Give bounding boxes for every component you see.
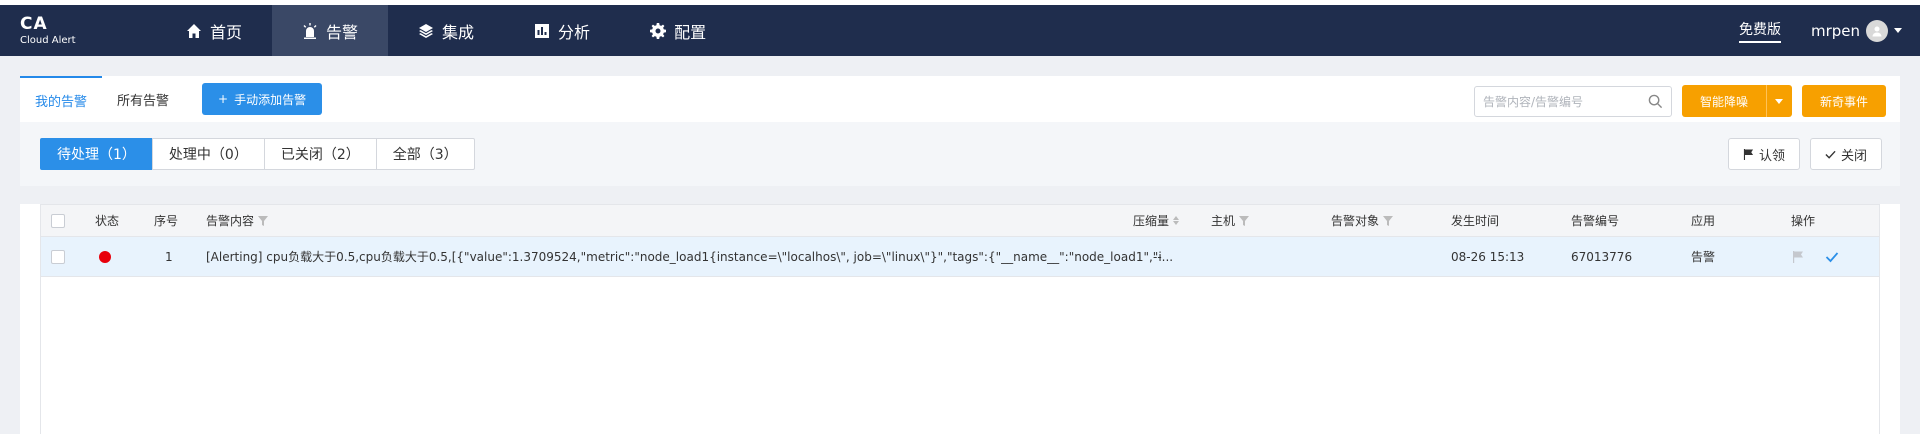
row-checkbox[interactable]	[51, 249, 65, 264]
col-compression: 压缩量	[1133, 214, 1170, 228]
add-alert-button[interactable]: + 手动添加告警	[202, 83, 323, 115]
flag-icon[interactable]	[1791, 250, 1805, 264]
row-app: 告警	[1691, 250, 1716, 264]
nav-item-integration[interactable]: 集成	[388, 5, 504, 56]
nav-item-analysis[interactable]: 分析	[504, 5, 620, 56]
col-content-header: 告警内容	[206, 212, 269, 229]
row-index: 1	[165, 249, 173, 264]
search-input[interactable]: 告警内容/告警编号	[1473, 85, 1672, 117]
layers-icon	[419, 23, 434, 38]
filter-icon[interactable]	[1383, 215, 1394, 226]
smart-denoise-button[interactable]: 智能降噪	[1682, 85, 1766, 117]
row-compression: --	[1153, 249, 1162, 264]
filter-icon[interactable]	[258, 215, 269, 226]
nav-label: 分析	[558, 22, 591, 42]
col-target: 告警对象	[1331, 214, 1380, 228]
status-filter-group: 待处理（1） 处理中（0） 已关闭（2） 全部（3）	[40, 138, 475, 170]
filter-processing[interactable]: 处理中（0）	[151, 138, 265, 170]
filter-pending[interactable]: 待处理（1）	[40, 138, 153, 170]
alert-table: 状态 序号 告警内容 压缩量 主机 告警对象 发生时间 告警编号 应用 操作 1…	[40, 204, 1880, 434]
sort-icon[interactable]	[1173, 216, 1180, 225]
alert-tabs: 我的告警 所有告警 + 手动添加告警 告警内容/告警编号 智能降噪 新奇事件	[20, 76, 1900, 122]
check-icon[interactable]	[1825, 250, 1839, 264]
col-index: 序号	[154, 214, 179, 228]
row-time: 08-26 15:13	[1451, 249, 1525, 264]
col-app: 应用	[1691, 214, 1716, 228]
close-button[interactable]: 关闭	[1809, 138, 1882, 170]
col-target-header: 告警对象	[1331, 212, 1394, 229]
main-content: 我的告警 所有告警 + 手动添加告警 告警内容/告警编号 智能降噪 新奇事件 待…	[0, 56, 1920, 434]
status-indicator	[99, 250, 111, 263]
col-time: 发生时间	[1451, 214, 1500, 228]
flag-icon	[1743, 148, 1754, 160]
alert-table-card: 状态 序号 告警内容 压缩量 主机 告警对象 发生时间 告警编号 应用 操作 1…	[20, 204, 1900, 434]
col-status: 状态	[95, 214, 120, 228]
row-content[interactable]: [Alerting] cpu负载大于0.5,cpu负载大于0.5,[{"valu…	[206, 248, 1173, 265]
search-placeholder: 告警内容/告警编号	[1482, 94, 1584, 109]
status-filter-bar: 待处理（1） 处理中（0） 已关闭（2） 全部（3） 认领 关闭	[20, 122, 1900, 186]
smart-denoise-split-button: 智能降噪	[1681, 85, 1792, 117]
plus-icon: +	[218, 92, 229, 106]
tab-my-alerts[interactable]: 我的告警	[20, 76, 103, 122]
user-icon	[1872, 26, 1882, 36]
col-ops: 操作	[1791, 214, 1816, 228]
home-icon	[187, 23, 201, 38]
select-all-checkbox[interactable]	[51, 213, 65, 228]
logo-subtitle: Cloud Alert	[20, 34, 76, 46]
free-plan-link[interactable]: 免费版	[1738, 19, 1781, 43]
filter-icon[interactable]	[1239, 215, 1250, 226]
col-compression-header: 压缩量	[1133, 212, 1180, 229]
nav-label: 告警	[326, 22, 359, 42]
col-number: 告警编号	[1571, 214, 1620, 228]
check-icon	[1825, 150, 1836, 159]
search-icon	[1648, 94, 1663, 108]
claim-label: 认领	[1758, 148, 1785, 164]
col-host: 主机	[1211, 214, 1236, 228]
add-alert-label: 手动添加告警	[234, 92, 307, 107]
nav-label: 首页	[210, 22, 243, 42]
filter-all[interactable]: 全部（3）	[375, 138, 475, 170]
filter-closed[interactable]: 已关闭（2）	[263, 138, 377, 170]
nav-item-config[interactable]: 配置	[620, 5, 736, 56]
nav-item-home[interactable]: 首页	[156, 5, 272, 56]
gear-icon	[650, 22, 667, 39]
top-navbar: CA Cloud Alert 首页 告警 集成 分析 配置 免费版 mrpen	[0, 5, 1920, 56]
nav-item-alerts[interactable]: 告警	[272, 5, 389, 56]
chevron-down-icon	[1894, 28, 1902, 33]
avatar	[1866, 19, 1888, 42]
col-content: 告警内容	[206, 214, 255, 228]
claim-button[interactable]: 认领	[1727, 138, 1800, 170]
logo-title: CA	[20, 13, 48, 34]
nav-label: 配置	[674, 22, 707, 42]
chevron-down-icon	[1775, 98, 1784, 104]
username: mrpen	[1810, 21, 1860, 40]
alarm-icon	[303, 22, 317, 39]
user-menu[interactable]: mrpen	[1810, 19, 1902, 42]
main-nav: 首页 告警 集成 分析 配置	[156, 5, 736, 56]
tab-all-alerts[interactable]: 所有告警	[102, 76, 184, 122]
table-header: 状态 序号 告警内容 压缩量 主机 告警对象 发生时间 告警编号 应用 操作	[41, 205, 1879, 237]
nav-label: 集成	[442, 22, 475, 42]
col-host-header: 主机	[1211, 212, 1250, 229]
table-row[interactable]: 1 [Alerting] cpu负载大于0.5,cpu负载大于0.5,[{"va…	[41, 237, 1879, 277]
chart-icon	[535, 23, 550, 38]
smart-denoise-dropdown[interactable]	[1765, 85, 1792, 117]
new-event-button[interactable]: 新奇事件	[1801, 85, 1886, 117]
logo[interactable]: CA Cloud Alert	[0, 13, 120, 46]
row-number: 67013776	[1571, 249, 1633, 264]
close-label: 关闭	[1840, 148, 1867, 164]
